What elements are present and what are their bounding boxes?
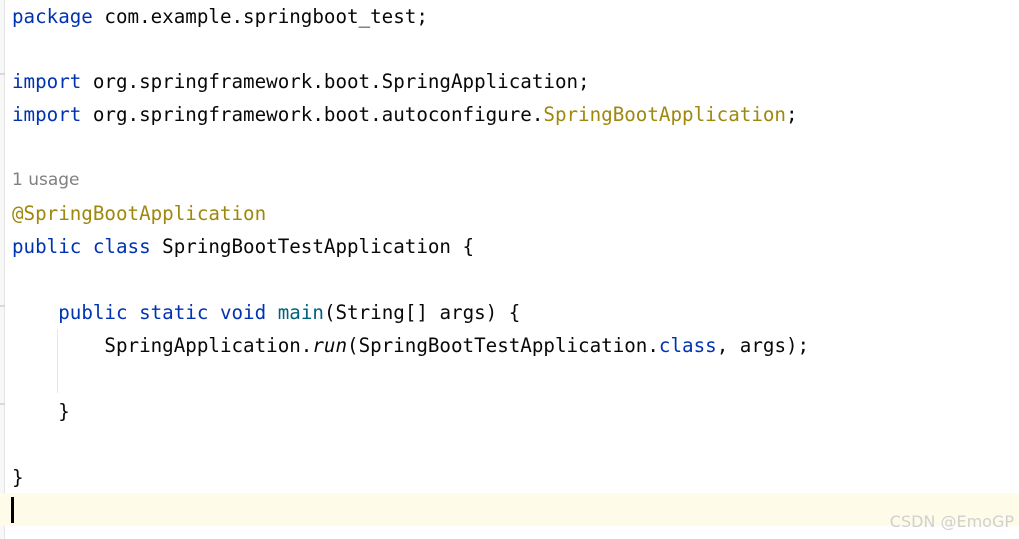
code-line-close-class[interactable]: } [12, 461, 24, 494]
keyword-class: class [81, 235, 151, 258]
keyword-static: static [127, 301, 209, 324]
fold-marker-icon[interactable]: ⌐ [0, 399, 7, 411]
usage-hint[interactable]: 1 usage [12, 166, 80, 195]
run-args-end: , args); [716, 334, 810, 357]
current-line-highlight [0, 493, 1019, 526]
import-annotation-class: SpringBootApplication [543, 103, 786, 126]
run-args-start: (SpringBootTestApplication. [347, 334, 659, 357]
run-method: run [312, 334, 348, 357]
keyword-class: class [658, 334, 717, 357]
code-line-package[interactable]: package com.example.springboot_test; [12, 0, 428, 33]
text-caret [11, 497, 14, 523]
keyword-public: public [12, 235, 82, 258]
method-name-main: main [277, 301, 324, 324]
class-name: SpringBootTestApplication { [150, 235, 475, 258]
method-params: (String[] args) { [323, 301, 521, 324]
keyword-public: public [58, 301, 128, 324]
import-path: org.springframework.boot.autoconfigure. [81, 103, 544, 126]
code-editor[interactable]: ⌐ ⌐ ⌐ package com.example.springboot_tes… [0, 0, 1019, 539]
keyword-import: import [12, 70, 82, 93]
fold-marker-icon[interactable]: ⌐ [0, 301, 7, 313]
watermark: CSDN @EmoGP [889, 512, 1014, 531]
code-line-class-declaration[interactable]: public class SpringBootTestApplication { [12, 230, 474, 263]
code-line-import-spring-application[interactable]: import org.springframework.boot.SpringAp… [12, 65, 590, 98]
code-line-annotation[interactable]: @SpringBootApplication [12, 197, 266, 230]
code-line-import-spring-boot-application[interactable]: import org.springframework.boot.autoconf… [12, 98, 798, 131]
keyword-import: import [12, 103, 82, 126]
import-path: org.springframework.boot.SpringApplicati… [81, 70, 590, 93]
code-line-main-method[interactable]: public static void main(String[] args) { [12, 296, 520, 329]
import-semicolon: ; [785, 103, 798, 126]
package-name: com.example.springboot_test; [92, 5, 428, 28]
code-line-run-call[interactable]: SpringApplication.run(SpringBootTestAppl… [12, 329, 809, 362]
keyword-package: package [12, 5, 93, 28]
fold-marker-icon[interactable]: ⌐ [0, 69, 7, 81]
keyword-void: void [208, 301, 267, 324]
run-receiver: SpringApplication. [104, 334, 313, 357]
code-line-close-method[interactable]: } [12, 395, 70, 428]
